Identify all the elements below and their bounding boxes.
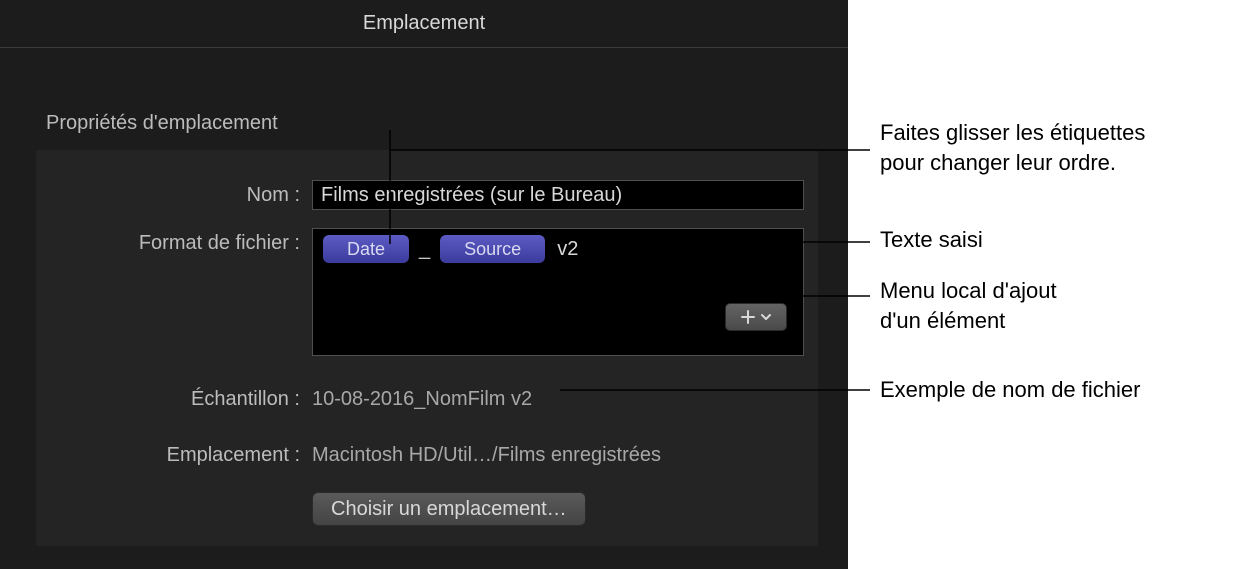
callout-drag-tokens: Faites glisser les étiquettespour change…: [880, 118, 1145, 177]
sample-value: 10-08-2016_NomFilm v2: [312, 384, 532, 414]
plus-icon: [740, 309, 756, 325]
callout-typed-text: Texte saisi: [880, 225, 983, 255]
section-title: Propriétés d'emplacement: [46, 112, 278, 135]
typed-suffix[interactable]: v2: [551, 235, 578, 263]
add-element-menu[interactable]: [725, 303, 787, 331]
row-sample: Échantillon : 10-08-2016_NomFilm v2: [36, 384, 818, 414]
callouts-region: Faites glisser les étiquettespour change…: [848, 0, 1248, 569]
choose-location-button[interactable]: Choisir un emplacement…: [312, 492, 586, 526]
callout-add-menu: Menu local d'ajoutd'un élément: [880, 276, 1057, 335]
settings-panel: Emplacement Propriétés d'emplacement Nom…: [0, 0, 848, 569]
row-location: Emplacement : Macintosh HD/Util…/Films e…: [36, 440, 818, 470]
label-sample: Échantillon :: [36, 384, 312, 414]
label-name: Nom :: [36, 180, 312, 210]
token-separator: _: [415, 235, 434, 263]
chevron-down-icon: [760, 311, 772, 323]
row-format: Format de fichier : Date _ Source v2: [36, 228, 818, 356]
row-choose: Choisir un emplacement…: [36, 492, 818, 526]
token-date[interactable]: Date: [323, 235, 409, 263]
token-source[interactable]: Source: [440, 235, 545, 263]
callout-sample-name: Exemple de nom de fichier: [880, 375, 1140, 405]
location-path: Macintosh HD/Util…/Films enregistrées: [312, 440, 661, 470]
properties-box: Nom : Format de fichier : Date _ Source …: [36, 150, 818, 546]
format-token-field[interactable]: Date _ Source v2: [312, 228, 804, 356]
row-name: Nom :: [36, 180, 818, 210]
panel-title: Emplacement: [0, 0, 848, 48]
label-location: Emplacement :: [36, 440, 312, 470]
name-input[interactable]: [312, 180, 804, 210]
label-format: Format de fichier :: [36, 228, 312, 258]
